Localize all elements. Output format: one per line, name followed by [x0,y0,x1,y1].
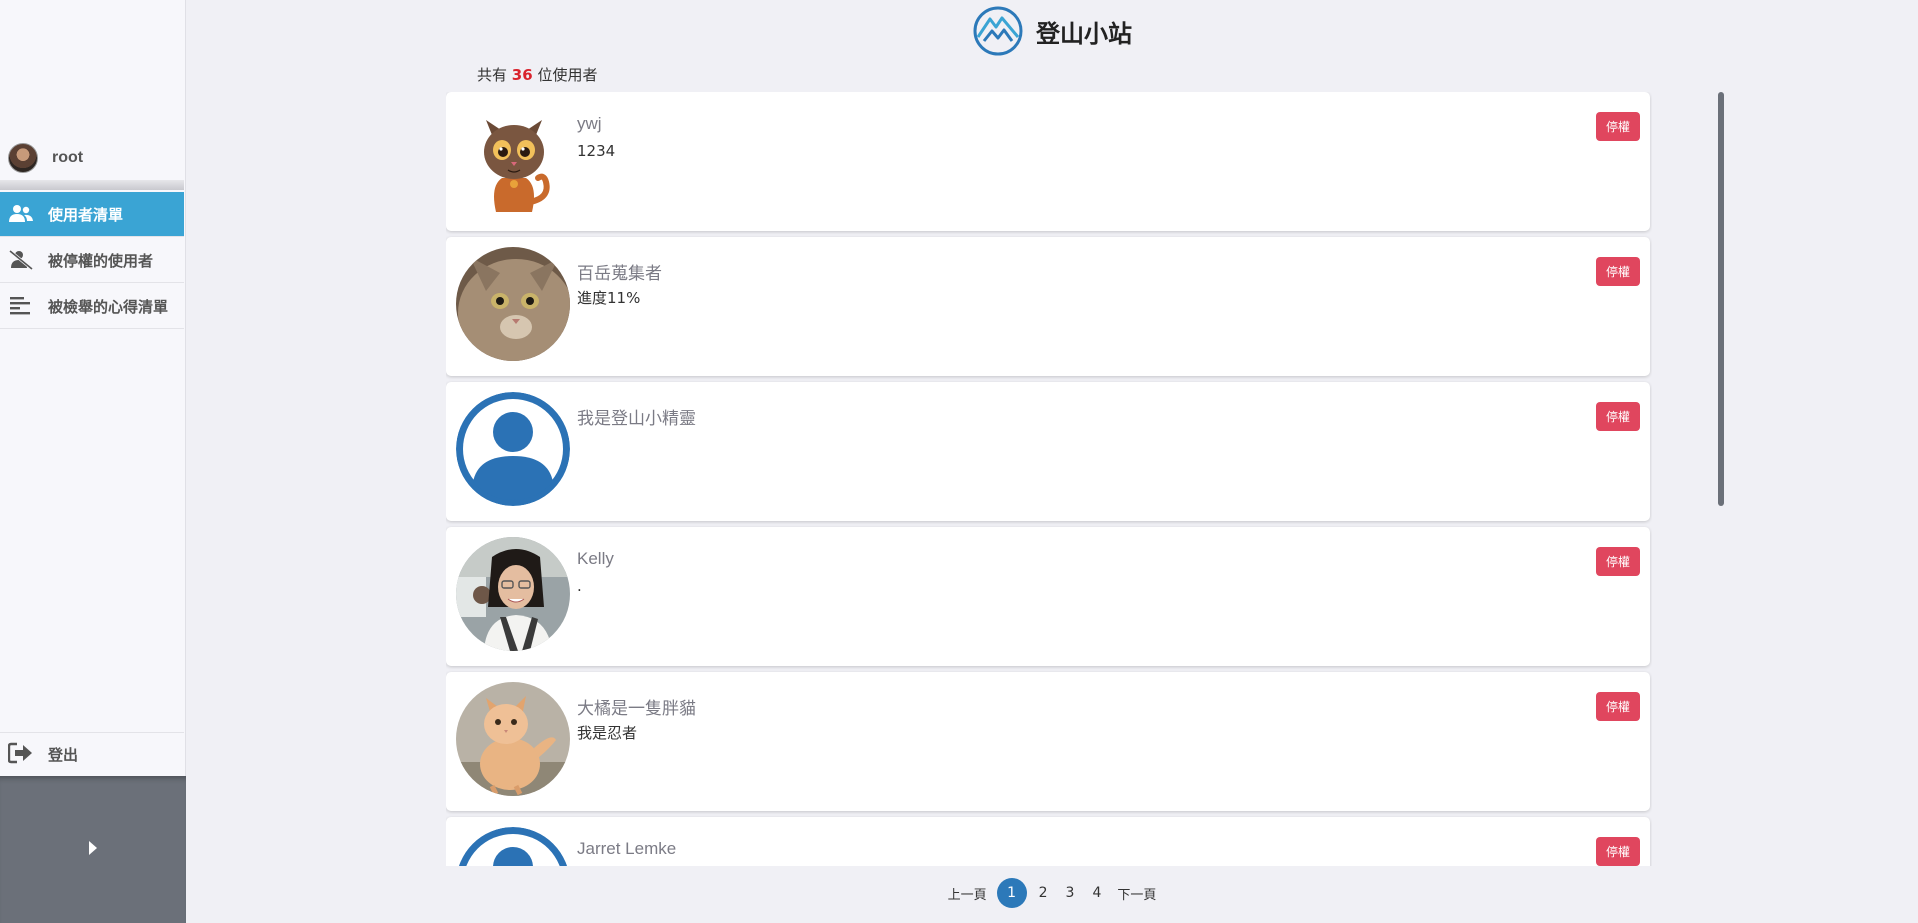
profile-name: root [52,149,84,166]
user-name[interactable]: ywj [577,114,602,134]
sidebar-item-banned-users[interactable]: 被停權的使用者 [0,238,184,283]
ban-button[interactable]: 停權 [1595,402,1640,431]
caret-right-icon [88,840,98,860]
default-user-avatar[interactable] [456,827,570,866]
site-title: 登山小站 [1036,19,1132,48]
ban-button[interactable]: 停權 [1595,112,1640,141]
user-name[interactable]: 我是登山小精靈 [577,404,696,429]
user-name[interactable]: 百岳蒐集者 [577,259,662,284]
user-list: ywj 1234 停權 百岳蒐集者 進度11% 停權 我是登山小精靈 停權 Ke… [446,92,1652,866]
app-root: root 使用者清單 被停權的使用者 被檢舉的心得清單 登出 登山小站 共有 3… [0,0,1918,923]
profile[interactable]: root [0,138,184,178]
user-count: 共有 36 位使用者 [477,64,597,85]
align-left-icon [8,293,34,319]
mountain-logo-icon[interactable] [972,5,1024,57]
sidebar-divider [0,180,184,190]
user-card: 我是登山小精靈 停權 [446,382,1650,521]
user-card: ywj 1234 停權 [446,92,1650,231]
user-name[interactable]: Jarret Lemke [577,839,676,859]
person-photo-avatar[interactable] [456,537,570,651]
sidebar-item-label: 被停權的使用者 [48,251,154,270]
sidebar-item-reported-posts[interactable]: 被檢舉的心得清單 [0,284,184,329]
user-card: Jarret Lemke 停權 [446,817,1650,866]
user-card: 大橘是一隻胖貓 我是忍者 停權 [446,672,1650,811]
page-link-3[interactable]: 3 [1060,881,1081,905]
page-link-2[interactable]: 2 [1033,881,1054,905]
cat-photo-avatar[interactable] [456,247,570,361]
user-count-suffix: 位使用者 [537,66,598,84]
prev-page-link[interactable]: 上一頁 [944,880,991,907]
sidebar-item-label: 被檢舉的心得清單 [48,297,169,316]
avatar [8,143,38,173]
page-link-4[interactable]: 4 [1086,881,1107,905]
ban-button[interactable]: 停權 [1595,837,1640,866]
next-page-link[interactable]: 下一頁 [1113,880,1160,907]
sidebar: root 使用者清單 被停權的使用者 被檢舉的心得清單 登出 [0,0,186,923]
user-count-prefix: 共有 [477,66,508,84]
user-card: 百岳蒐集者 進度11% 停權 [446,237,1650,376]
header: 登山小站 [186,0,1918,62]
user-name[interactable]: 大橘是一隻胖貓 [577,694,696,719]
ban-button[interactable]: 停權 [1595,257,1640,286]
pagination: 上一頁 1 2 3 4 下一頁 [186,876,1918,910]
sign-out-icon [7,742,34,768]
sidebar-item-label: 使用者清單 [48,205,124,224]
list-scrollbar[interactable] [1718,92,1724,506]
user-bio: 進度11% [577,289,641,307]
orange-cat-photo-avatar[interactable] [456,682,570,796]
cartoon-cat-avatar[interactable] [456,102,570,216]
page-link-1[interactable]: 1 [996,878,1027,908]
logout-button[interactable]: 登出 [0,732,184,776]
user-bio: . [577,577,582,595]
default-user-avatar[interactable] [456,392,570,506]
logout-label: 登出 [48,746,79,764]
sidebar-toggle[interactable] [0,776,186,923]
user-bio: 1234 [577,142,616,160]
user-name[interactable]: Kelly [577,549,614,569]
user-count-number: 36 [511,66,533,84]
ban-button[interactable]: 停權 [1595,547,1640,576]
user-card: Kelly . 停權 [446,527,1650,666]
sidebar-item-user-list[interactable]: 使用者清單 [0,192,184,237]
user-slash-icon [8,247,34,273]
user-bio: 我是忍者 [577,724,638,742]
users-icon [8,201,34,227]
ban-button[interactable]: 停權 [1595,692,1640,721]
